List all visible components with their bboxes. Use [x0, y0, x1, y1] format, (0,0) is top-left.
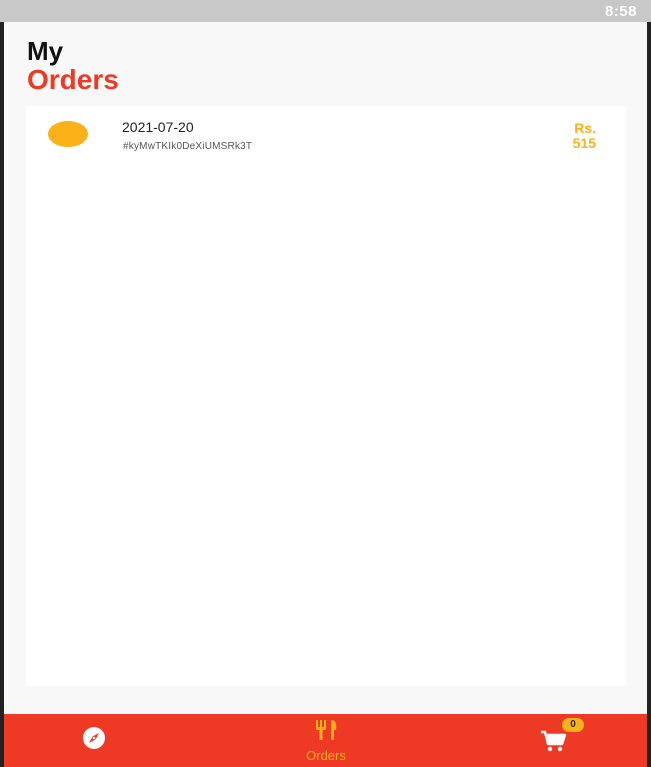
- compass-icon: [80, 724, 108, 757]
- left-border: [0, 22, 4, 767]
- order-price: Rs. 515: [573, 121, 596, 151]
- nav-orders[interactable]: Orders: [286, 714, 366, 767]
- nav-orders-label: Orders: [306, 747, 346, 763]
- orders-list: 2021-07-20 #kyMwTKIk0DeXiUMSRk3T Rs. 515: [26, 106, 626, 686]
- right-border: [647, 22, 651, 767]
- cart-icon: [540, 730, 568, 757]
- app-screen: 8:58 My Orders 2021-07-20 #kyMwTKIk0DeXi…: [0, 0, 651, 767]
- order-id: #kyMwTKIk0DeXiUMSRk3T: [123, 141, 253, 152]
- cart-count-badge: 0: [562, 717, 584, 732]
- status-bar: 8:58: [0, 0, 651, 22]
- order-list-item[interactable]: 2021-07-20 #kyMwTKIk0DeXiUMSRk3T Rs. 515: [26, 106, 626, 166]
- order-date: 2021-07-20: [122, 119, 194, 135]
- order-status-dot: [48, 121, 88, 147]
- order-amount: 515: [572, 135, 596, 151]
- nav-explore[interactable]: [64, 714, 124, 767]
- fork-knife-icon: [313, 719, 339, 746]
- status-time: 8:58: [604, 3, 637, 20]
- order-currency: Rs.: [574, 120, 596, 136]
- page-title-line1: My: [27, 36, 64, 66]
- page-title-line2: Orders: [27, 64, 119, 95]
- bottom-nav: Orders 0: [4, 714, 647, 767]
- page-title: My Orders: [27, 38, 119, 94]
- nav-cart[interactable]: 0: [524, 714, 584, 767]
